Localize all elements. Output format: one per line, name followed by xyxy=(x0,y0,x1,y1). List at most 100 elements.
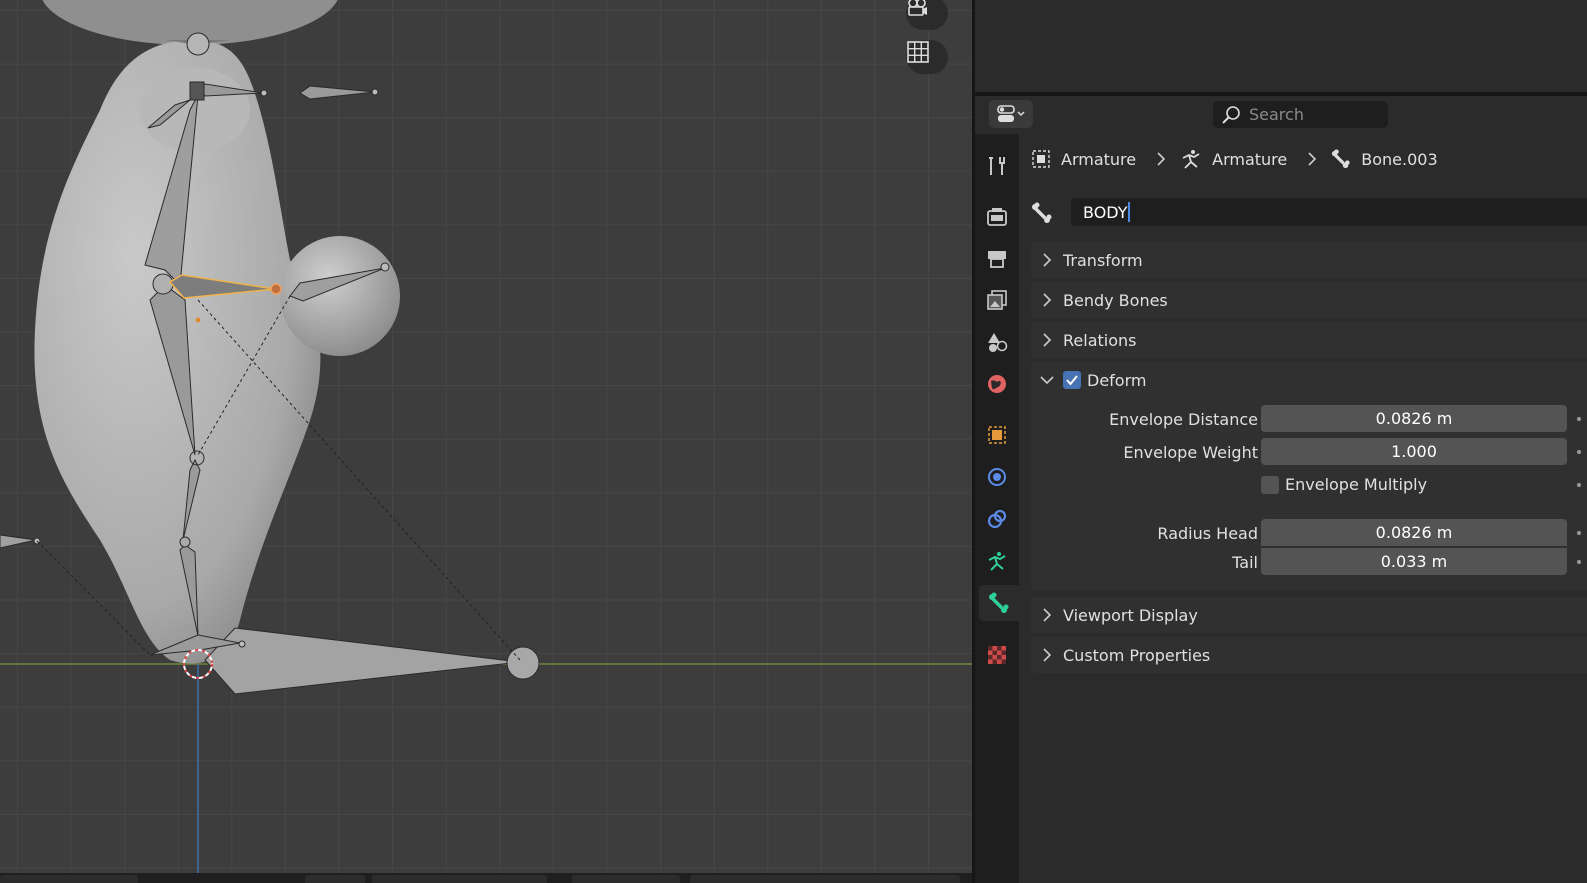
envelope-weight-field[interactable]: 1.000 xyxy=(1261,438,1567,465)
object-icon xyxy=(988,426,1006,444)
keyframe-dot[interactable] xyxy=(1577,417,1581,421)
keyframe-dot[interactable] xyxy=(1577,531,1581,535)
checkmark-icon xyxy=(1066,375,1078,386)
envelope-multiply-row: Envelope Multiply xyxy=(1031,471,1587,499)
object-data-icon xyxy=(1032,150,1050,168)
breadcrumb-armature-label: Armature xyxy=(1212,149,1288,169)
panel-deform-header[interactable]: Deform xyxy=(1031,362,1587,398)
camera-view-button[interactable] xyxy=(906,0,948,30)
panel-deform: Deform Envelope Distance 0.0826 m Envelo… xyxy=(1031,362,1587,590)
keyframe-dot[interactable] xyxy=(1577,450,1581,454)
radius-tail-field[interactable]: 0.033 m xyxy=(1261,548,1567,575)
envelope-multiply-label: Envelope Multiply xyxy=(1285,475,1428,494)
bone-name-input[interactable]: BODY xyxy=(1071,198,1587,226)
bone-root xyxy=(204,627,521,695)
tab-physics[interactable] xyxy=(979,459,1015,495)
upper-right-area xyxy=(975,0,1587,96)
deform-checkbox[interactable] xyxy=(1063,371,1081,389)
breadcrumb-object[interactable]: Armature xyxy=(1031,149,1136,169)
panel-bendy-bones[interactable]: Bendy Bones xyxy=(1031,282,1587,318)
breadcrumb-bone[interactable]: Bone.003 xyxy=(1331,149,1438,169)
chevron-right-icon xyxy=(1031,648,1063,662)
render-icon xyxy=(987,208,1007,226)
search-icon xyxy=(1221,105,1241,125)
properties-editor: Search Armature Armature Bone.003 BODY T… xyxy=(975,96,1587,883)
properties-header: Search xyxy=(975,96,1587,134)
bone-name-row: BODY xyxy=(1031,198,1587,228)
output-icon xyxy=(988,251,1006,268)
physics-icon xyxy=(988,468,1006,486)
search-placeholder: Search xyxy=(1249,105,1304,124)
tab-object[interactable] xyxy=(979,417,1015,453)
tab-bone[interactable] xyxy=(979,585,1019,621)
bone-name-text: BODY xyxy=(1083,202,1128,222)
tab-armature-data[interactable] xyxy=(979,543,1015,579)
envelope-distance-field[interactable]: 0.0826 m xyxy=(1261,405,1567,432)
perspective-toggle-button[interactable] xyxy=(906,40,948,74)
text-caret xyxy=(1127,202,1130,222)
chevron-right-icon xyxy=(1031,293,1063,307)
chevron-right-icon xyxy=(1031,333,1063,347)
bone-icon xyxy=(1031,202,1053,228)
panel-viewport-display[interactable]: Viewport Display xyxy=(1031,597,1587,633)
tool-icon xyxy=(989,157,1005,175)
envelope-weight-label: Envelope Weight xyxy=(1123,443,1258,462)
properties-content: Armature Armature Bone.003 BODY Transfor… xyxy=(1019,134,1587,883)
world-icon xyxy=(988,375,1006,393)
panel-custom-properties[interactable]: Custom Properties xyxy=(1031,637,1587,673)
envelope-distance-row: Envelope Distance 0.0826 m xyxy=(1031,405,1587,433)
tab-texture[interactable] xyxy=(979,637,1015,673)
chevron-right-icon xyxy=(1156,152,1166,166)
3d-viewport[interactable] xyxy=(0,0,972,873)
breadcrumb-bone-label: Bone.003 xyxy=(1361,149,1438,169)
panel-transform-title: Transform xyxy=(1063,250,1143,270)
breadcrumb: Armature Armature Bone.003 xyxy=(1031,144,1438,174)
armature-icon xyxy=(1182,150,1200,169)
radius-head-row: Radius Head 0.0826 m xyxy=(1031,519,1587,547)
bone-icon xyxy=(1332,149,1350,169)
tab-output[interactable] xyxy=(979,240,1015,276)
blender-window: Search Armature Armature Bone.003 BODY T… xyxy=(0,0,1587,883)
panel-bendy-bones-title: Bendy Bones xyxy=(1063,290,1168,310)
envelope-weight-value: 1.000 xyxy=(1391,442,1437,461)
panel-transform[interactable]: Transform xyxy=(1031,242,1587,278)
scene-icon xyxy=(988,333,1008,352)
panel-custom-properties-title: Custom Properties xyxy=(1063,645,1211,665)
panel-relations-title: Relations xyxy=(1063,330,1137,350)
envelope-distance-label: Envelope Distance xyxy=(1109,410,1258,429)
chevron-right-icon xyxy=(1307,152,1317,166)
panel-relations[interactable]: Relations xyxy=(1031,322,1587,358)
radius-head-field[interactable]: 0.0826 m xyxy=(1261,519,1567,546)
texture-icon xyxy=(988,646,1006,664)
camera-icon xyxy=(908,0,927,16)
radius-head-label: Radius Head xyxy=(1157,524,1258,543)
view-layer-icon xyxy=(987,290,1007,310)
radius-head-value: 0.0826 m xyxy=(1375,523,1453,542)
bone-icon xyxy=(989,592,1009,613)
properties-search-input[interactable]: Search xyxy=(1213,101,1388,128)
envelope-distance-value: 0.0826 m xyxy=(1375,409,1453,428)
breadcrumb-armature[interactable]: Armature xyxy=(1180,148,1287,170)
envelope-weight-row: Envelope Weight 1.000 xyxy=(1031,438,1587,466)
envelope-multiply-checkbox[interactable] xyxy=(1261,475,1279,494)
tab-world[interactable] xyxy=(979,366,1015,402)
object-constraint-icon xyxy=(987,509,1007,529)
grid-icon xyxy=(907,41,929,63)
editor-type-button[interactable] xyxy=(989,100,1033,128)
tab-render[interactable] xyxy=(979,198,1015,234)
tab-object-constraints[interactable] xyxy=(979,501,1015,537)
viewport-bottom-bar xyxy=(0,873,972,883)
keyframe-dot[interactable] xyxy=(1577,483,1581,487)
envelope-multiply-toggle[interactable]: Envelope Multiply xyxy=(1261,475,1427,494)
chevron-right-icon xyxy=(1031,253,1063,267)
viewport-scene xyxy=(0,0,972,873)
chevron-right-icon xyxy=(1031,608,1063,622)
tab-view-layer[interactable] xyxy=(979,282,1015,318)
panel-deform-title: Deform xyxy=(1087,370,1147,390)
tab-tool[interactable] xyxy=(979,148,1015,184)
properties-editor-icon xyxy=(997,105,1025,122)
keyframe-dot[interactable] xyxy=(1577,560,1581,564)
tab-scene[interactable] xyxy=(979,324,1015,360)
panel-viewport-display-title: Viewport Display xyxy=(1063,605,1198,625)
radius-tail-label: Tail xyxy=(1232,553,1258,572)
